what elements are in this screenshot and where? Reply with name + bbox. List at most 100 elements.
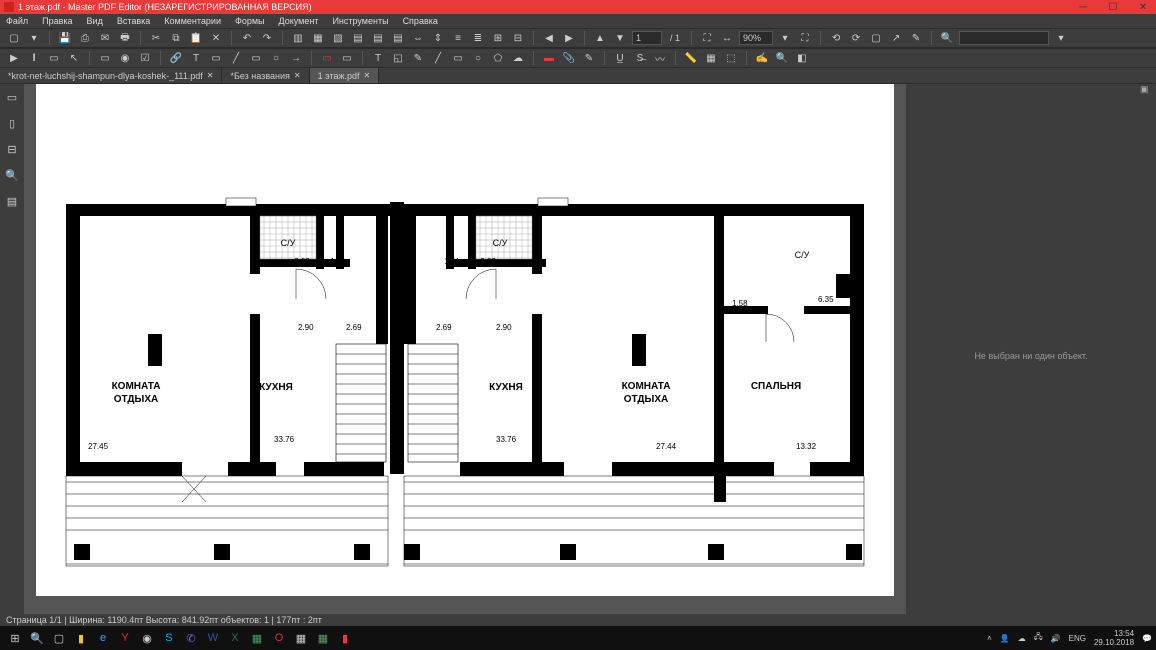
distribute-h-icon[interactable]: ⇔ — [410, 30, 426, 46]
tray-cloud-icon[interactable]: ☁ — [1018, 634, 1026, 643]
fullscreen-icon[interactable]: ⛶ — [797, 30, 813, 46]
search-panel-icon[interactable]: 🔍 — [5, 168, 19, 182]
canvas-viewport[interactable]: КОМНАТА ОТДЫХА 27.45 КУХНЯ 33.76 2.90 2.… — [24, 84, 906, 614]
open-icon[interactable]: ▾ — [26, 30, 42, 46]
start-icon[interactable]: ⊞ — [4, 628, 26, 648]
align-center-icon[interactable]: ▦ — [310, 30, 326, 46]
undo-icon[interactable]: ↶ — [239, 30, 255, 46]
tray-clock[interactable]: 13:54 29.10.2018 — [1094, 629, 1134, 647]
circle-icon[interactable]: ○ — [268, 50, 284, 66]
tray-network-icon[interactable]: 🖧 — [1034, 631, 1043, 645]
grid-icon[interactable]: ⊞ — [490, 30, 506, 46]
area-icon[interactable]: ▦ — [703, 50, 719, 66]
tray-lang[interactable]: ENG — [1069, 634, 1086, 643]
rect-icon[interactable]: ▭ — [248, 50, 264, 66]
crop-icon[interactable]: ▢ — [868, 30, 884, 46]
tab-doc3[interactable]: 1 этаж.pdf ✕ — [310, 68, 380, 83]
pin-icon[interactable]: ▣ — [1140, 84, 1152, 96]
line-icon[interactable]: ╱ — [228, 50, 244, 66]
note-icon[interactable]: ▭ — [319, 50, 335, 66]
shape-line-icon[interactable]: ╱ — [430, 50, 446, 66]
close-icon[interactable]: ✕ — [207, 71, 214, 80]
next-page-icon[interactable]: ▶ — [561, 30, 577, 46]
stamp-icon[interactable]: ▭ — [339, 50, 355, 66]
underline-icon[interactable]: U̲ — [612, 50, 628, 66]
edit-text-icon[interactable]: ↖ — [66, 50, 82, 66]
form-text-icon[interactable]: ▭ — [97, 50, 113, 66]
sign-icon[interactable]: ✍ — [754, 50, 770, 66]
minimize-button[interactable]: ─ — [1074, 2, 1092, 13]
pen-icon[interactable]: ✎ — [581, 50, 597, 66]
menu-insert[interactable]: Вставка — [117, 16, 150, 26]
select-text-icon[interactable]: 𝐈 — [26, 50, 42, 66]
arrow-icon[interactable]: → — [288, 50, 304, 66]
edge-icon[interactable]: e — [92, 628, 114, 648]
search-input[interactable] — [959, 31, 1049, 45]
layers-icon[interactable]: ▤ — [5, 194, 19, 208]
attach-icon[interactable]: 📎 — [561, 50, 577, 66]
zoom-input[interactable] — [739, 31, 773, 45]
save-icon[interactable]: 💾 — [57, 30, 73, 46]
tray-volume-icon[interactable]: 🔊 — [1051, 634, 1061, 643]
tray-people-icon[interactable]: 👤 — [1000, 634, 1010, 643]
menu-view[interactable]: Вид — [87, 16, 103, 26]
image-icon[interactable]: ▭ — [208, 50, 224, 66]
link-icon[interactable]: 🔗 — [168, 50, 184, 66]
close-icon[interactable]: ✕ — [294, 71, 301, 80]
text-icon[interactable]: T — [188, 50, 204, 66]
align-top-icon[interactable]: ▤ — [350, 30, 366, 46]
snap-icon[interactable]: ⊟ — [510, 30, 526, 46]
close-icon[interactable]: ✕ — [364, 71, 371, 80]
viber-icon[interactable]: ✆ — [180, 628, 202, 648]
tab-doc1[interactable]: *krot-net-luchshij-shampun-dlya-koshek-_… — [0, 68, 222, 83]
prev-page-icon[interactable]: ◀ — [541, 30, 557, 46]
align-right-icon[interactable]: ▧ — [330, 30, 346, 46]
maximize-button[interactable]: ☐ — [1104, 2, 1122, 13]
strikeout-icon[interactable]: S̶ — [632, 50, 648, 66]
new-icon[interactable]: ▢ — [6, 30, 22, 46]
menu-forms[interactable]: Формы — [235, 16, 265, 26]
excel-icon[interactable]: X — [224, 628, 246, 648]
zoom-dropdown-icon[interactable]: ▾ — [777, 30, 793, 46]
zoom-width-icon[interactable]: ↔ — [719, 30, 735, 46]
tool2-icon[interactable]: ✎ — [908, 30, 924, 46]
skype-icon[interactable]: S — [158, 628, 180, 648]
shape-oval-icon[interactable]: ○ — [470, 50, 486, 66]
explorer-icon[interactable]: ▮ — [70, 628, 92, 648]
perimeter-icon[interactable]: ⬚ — [723, 50, 739, 66]
copy-icon[interactable]: ⧉ — [168, 30, 184, 46]
attachments-icon[interactable]: ⊟ — [5, 142, 19, 156]
tool-icon[interactable]: ↗ — [888, 30, 904, 46]
search2-icon[interactable]: 🔍 — [774, 50, 790, 66]
menu-edit[interactable]: Правка — [42, 16, 72, 26]
zoom-fit-icon[interactable]: ⛶ — [699, 30, 715, 46]
menu-file[interactable]: Файл — [6, 16, 28, 26]
menu-tools[interactable]: Инструменты — [332, 16, 388, 26]
delete-icon[interactable]: ✕ — [208, 30, 224, 46]
cut-icon[interactable]: ✂ — [148, 30, 164, 46]
word-icon[interactable]: W — [202, 628, 224, 648]
tray-notifications-icon[interactable]: 💬 — [1142, 634, 1152, 643]
chrome-icon[interactable]: ◉ — [136, 628, 158, 648]
saveas-icon[interactable]: ⎙ — [77, 30, 93, 46]
callout-icon[interactable]: ◱ — [390, 50, 406, 66]
same-height-icon[interactable]: ≣ — [470, 30, 486, 46]
masterpdf-icon[interactable]: ▮ — [334, 628, 356, 648]
menu-comments[interactable]: Комментарии — [164, 16, 221, 26]
tray-up-icon[interactable]: ˄ — [987, 634, 992, 643]
taskview-icon[interactable]: ▢ — [48, 628, 70, 648]
align-left-icon[interactable]: ▥ — [290, 30, 306, 46]
measure-icon[interactable]: 📏 — [683, 50, 699, 66]
menu-help[interactable]: Справка — [403, 16, 438, 26]
paste-icon[interactable]: 📋 — [188, 30, 204, 46]
shape-rect-icon[interactable]: ▭ — [450, 50, 466, 66]
bookmark-icon[interactable]: ◧ — [794, 50, 810, 66]
yandex-icon[interactable]: Y — [114, 628, 136, 648]
form-check-icon[interactable]: ☑ — [137, 50, 153, 66]
search-icon[interactable]: 🔍 — [939, 30, 955, 46]
search-taskbar-icon[interactable]: 🔍 — [26, 628, 48, 648]
last-page-icon[interactable]: ▼ — [612, 30, 628, 46]
first-page-icon[interactable]: ▲ — [592, 30, 608, 46]
squiggly-icon[interactable]: 〰 — [652, 50, 668, 66]
highlight-icon[interactable]: ▬ — [541, 50, 557, 66]
